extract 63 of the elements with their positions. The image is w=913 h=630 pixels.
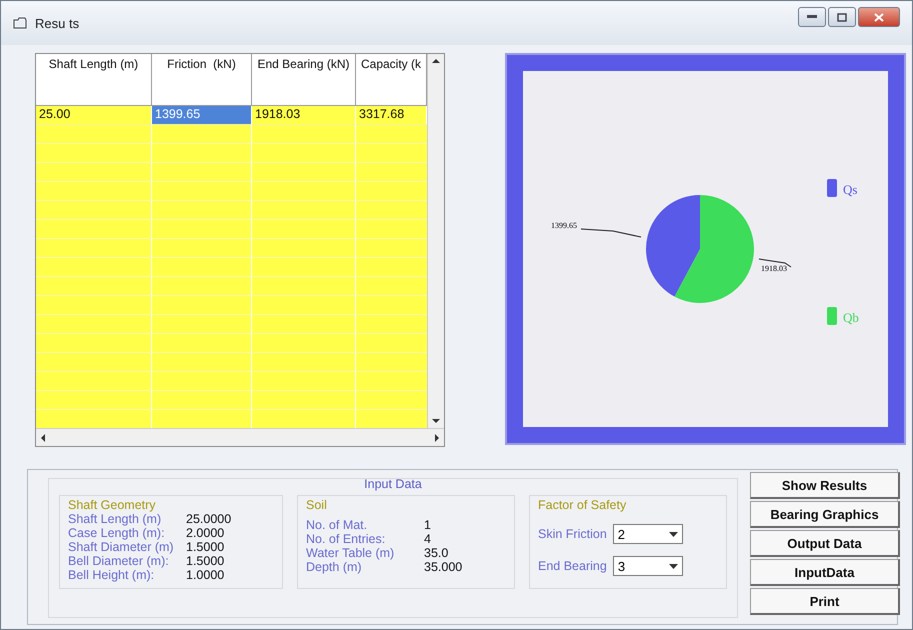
leader-line xyxy=(580,228,642,238)
scroll-left-icon[interactable] xyxy=(40,434,46,442)
group-title: Input Data xyxy=(364,477,422,491)
action-button[interactable]: Show Results xyxy=(750,472,900,499)
action-button[interactable]: Output Data xyxy=(750,530,900,557)
field-label: Case Length (m): xyxy=(68,526,166,540)
minimize-button[interactable] xyxy=(798,7,826,27)
horizontal-scrollbar[interactable] xyxy=(36,428,444,446)
minimize-icon xyxy=(807,15,817,19)
group-title: Shaft Geometry xyxy=(68,498,157,512)
field-label: Water Table (m) xyxy=(306,546,396,560)
field-label: Shaft Diameter (m) xyxy=(68,540,175,554)
scroll-right-icon[interactable] xyxy=(434,434,440,442)
vertical-scrollbar[interactable] xyxy=(427,54,444,428)
field-value: 4 xyxy=(424,532,432,546)
table-cell[interactable]: 25.00 xyxy=(36,106,152,125)
folder-icon xyxy=(13,17,27,29)
field-label: Depth (m) xyxy=(306,560,363,574)
data-label: 1399.65 xyxy=(551,221,577,230)
data-label: 1918.03 xyxy=(761,264,787,273)
group-title: Factor of Safety xyxy=(538,498,628,512)
legend-swatch xyxy=(827,307,837,325)
field-label: Shaft Length (m) xyxy=(68,512,162,526)
column-header[interactable]: Capacity (k xyxy=(356,54,427,106)
field-label: No. of Mat. xyxy=(306,518,368,532)
legend-label: Qs xyxy=(843,182,858,197)
action-button[interactable]: Print xyxy=(750,588,900,615)
maximize-button[interactable] xyxy=(828,7,856,27)
leader-line xyxy=(758,258,792,268)
legend-label: Qb xyxy=(843,310,859,325)
scroll-up-icon[interactable] xyxy=(432,58,440,64)
table-cell[interactable]: 3317.68 xyxy=(356,106,427,125)
action-button[interactable]: Bearing Graphics xyxy=(750,501,900,528)
field-value: 35.000 xyxy=(424,560,464,574)
field-value: 25.0000 xyxy=(186,512,232,526)
table-cell[interactable]: 1918.03 xyxy=(252,106,356,125)
maximize-icon xyxy=(837,12,847,22)
scroll-down-icon[interactable] xyxy=(432,418,440,424)
field-label: End Bearing xyxy=(538,559,607,573)
field-label: Bell Height (m): xyxy=(68,568,156,582)
caret-icon xyxy=(668,532,678,536)
column-header[interactable]: Shaft Length (m) xyxy=(36,54,152,106)
column-header[interactable]: Friction (kN) xyxy=(152,54,252,106)
field-label: Skin Friction xyxy=(538,527,607,541)
field-label: Bell Diameter (m): xyxy=(68,554,170,568)
close-button[interactable] xyxy=(858,7,900,27)
dropdown[interactable]: 3 xyxy=(612,556,683,576)
table-cell[interactable]: 1399.65 xyxy=(152,106,252,125)
field-value: 1.5000 xyxy=(186,554,226,568)
column-header[interactable]: End Bearing (kN) xyxy=(252,54,356,106)
field-value: 1 xyxy=(424,518,432,532)
dropdown[interactable]: 2 xyxy=(612,524,683,544)
close-icon xyxy=(874,12,884,22)
group-title: Soil xyxy=(306,498,328,512)
window-title: Resu ts xyxy=(35,16,80,30)
field-value: 2.0000 xyxy=(186,526,226,540)
field-value: 35.0 xyxy=(424,546,450,560)
field-value: 1.0000 xyxy=(186,568,226,582)
caret-icon xyxy=(668,564,678,568)
action-button[interactable]: InputData xyxy=(750,559,900,586)
field-label: No. of Entries: xyxy=(306,532,386,546)
field-value: 1.5000 xyxy=(186,540,226,554)
legend-swatch xyxy=(827,179,837,197)
